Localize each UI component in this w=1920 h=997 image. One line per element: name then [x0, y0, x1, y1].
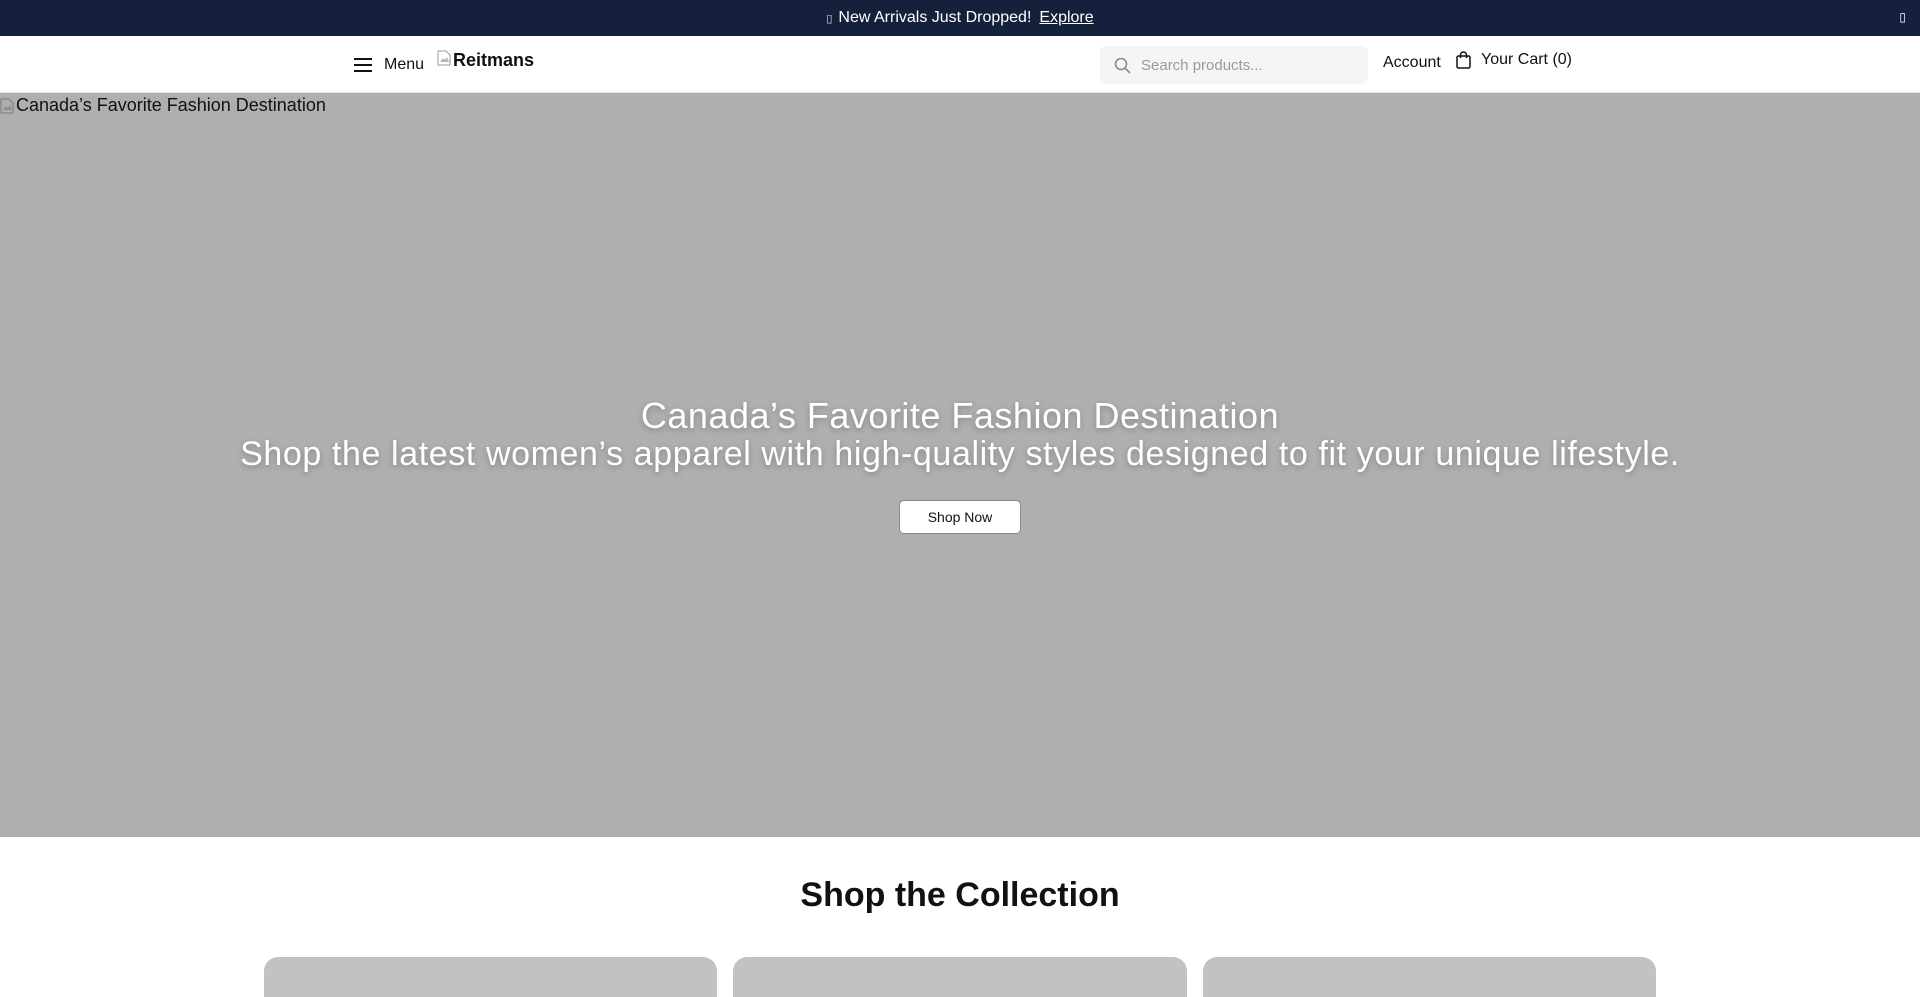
shopping-bag-icon	[1456, 51, 1471, 69]
hamburger-icon	[354, 58, 372, 72]
hero-title: Canada’s Favorite Fashion Destination	[640, 395, 1280, 436]
search-icon	[1114, 57, 1131, 73]
shop-now-button[interactable]: Shop Now	[899, 500, 1021, 534]
cart-label: Your Cart (0)	[1481, 51, 1572, 68]
cart-link[interactable]: Your Cart (0)	[1456, 51, 1572, 69]
collection-heading: Shop the Collection	[800, 876, 1120, 914]
broken-image-icon	[437, 50, 451, 66]
menu-label: Menu	[384, 56, 425, 73]
close-icon[interactable]: ▯	[1899, 10, 1906, 24]
broken-image-icon	[0, 98, 14, 113]
hero-subtitle: Shop the latest women’s apparel with hig…	[240, 435, 1680, 473]
logo-link[interactable]: Reitmans	[437, 50, 534, 74]
search-input[interactable]	[1141, 56, 1351, 74]
logo-alt-text: Reitmans	[453, 50, 535, 70]
explore-link[interactable]: Explore	[1039, 9, 1093, 27]
announcement-text: New Arrivals Just Dropped!	[838, 9, 1032, 26]
collection-card[interactable]	[733, 957, 1187, 997]
hero-image-alt-text: Canada’s Favorite Fashion Destination	[16, 95, 326, 115]
site-header: Menu Reitmans Account Your Cart (0)	[0, 36, 1920, 93]
sparkle-icon: ▯	[826, 11, 833, 25]
search-box[interactable]	[1100, 46, 1368, 84]
announcement-bar: ▯ New Arrivals Just Dropped! Explore ▯	[0, 0, 1920, 36]
collection-card[interactable]	[1203, 957, 1656, 997]
menu-button[interactable]: Menu	[354, 52, 424, 78]
hero-image: Canada’s Favorite Fashion Destination	[0, 95, 326, 116]
collection-card[interactable]	[264, 957, 717, 997]
account-link[interactable]: Account	[1383, 54, 1441, 72]
hero-banner: Canada’s Favorite Fashion Destination Ca…	[0, 93, 1920, 837]
